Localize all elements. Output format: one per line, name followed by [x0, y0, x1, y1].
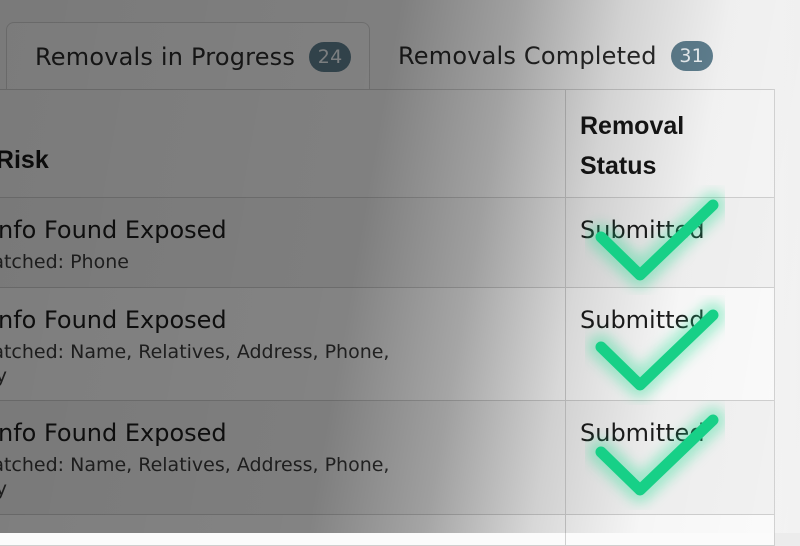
exposure-cell: onal Info Found Exposed s Matched: Name,… — [0, 401, 565, 514]
table-header-row: osure / Risk Removal Status — [0, 90, 775, 198]
matched-fields: s Matched: Name, Relatives, Address, Pho… — [0, 453, 480, 501]
matched-fields-line2: pany — [0, 478, 7, 500]
tab-label: Removals Completed — [398, 42, 657, 70]
exposure-title: onal Info Found Exposed — [0, 419, 227, 447]
status-text: Submitted — [580, 306, 705, 334]
tab-removals-completed[interactable]: Removals Completed 31 — [398, 22, 778, 90]
exposure-cell: onal Info Found Exposed s Matched: Phone — [0, 198, 565, 287]
matched-fields: s Matched: Phone — [0, 250, 480, 274]
status-cell — [565, 515, 775, 545]
column-header-status: Removal Status — [580, 106, 730, 186]
exposure-cell: onal Info Found Exposed s Matched: Name,… — [0, 288, 565, 400]
count-badge: 24 — [309, 41, 352, 72]
column-header-status-line2: Status — [580, 152, 657, 180]
table-row — [0, 515, 775, 546]
status-cell: Submitted — [565, 401, 775, 514]
tab-bar: Removals in Progress 24 Removals Complet… — [0, 0, 800, 90]
column-header-exposure: osure / Risk — [0, 146, 49, 174]
removals-table: osure / Risk Removal Status onal Info Fo… — [0, 89, 775, 546]
header-exposure-cell: osure / Risk — [0, 90, 565, 197]
status-text: Submitted — [580, 419, 705, 447]
exposure-cell — [0, 515, 565, 545]
exposure-title: onal Info Found Exposed — [0, 306, 227, 334]
count-badge: 31 — [670, 41, 713, 71]
tab-removals-in-progress[interactable]: Removals in Progress 24 — [6, 22, 370, 90]
table-row[interactable]: onal Info Found Exposed s Matched: Name,… — [0, 288, 775, 401]
matched-fields-line2: pany — [0, 365, 7, 387]
tab-label: Removals in Progress — [35, 42, 296, 71]
matched-fields-line1: s Matched: Name, Relatives, Address, Pho… — [0, 341, 390, 363]
removals-screen: Removals in Progress 24 Removals Complet… — [0, 0, 800, 546]
column-header-status-line1: Removal — [580, 112, 685, 140]
table-row[interactable]: onal Info Found Exposed s Matched: Name,… — [0, 401, 775, 515]
status-text: Submitted — [580, 216, 705, 244]
table-row[interactable]: onal Info Found Exposed s Matched: Phone… — [0, 198, 775, 288]
status-cell: Submitted — [565, 288, 775, 400]
matched-fields-line1: s Matched: Phone — [0, 251, 129, 273]
matched-fields: s Matched: Name, Relatives, Address, Pho… — [0, 340, 480, 388]
header-status-cell: Removal Status — [565, 90, 775, 197]
exposure-title: onal Info Found Exposed — [0, 216, 227, 244]
matched-fields-line1: s Matched: Name, Relatives, Address, Pho… — [0, 454, 390, 476]
status-cell: Submitted — [565, 198, 775, 287]
